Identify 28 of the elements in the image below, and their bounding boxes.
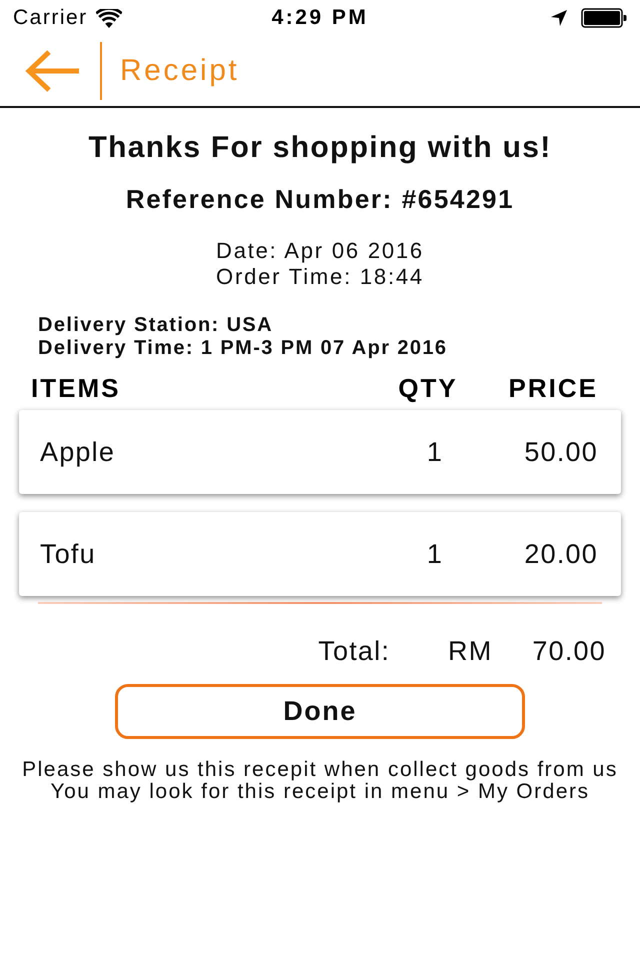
item-price: 50.00 — [524, 436, 598, 468]
location-arrow-icon — [551, 10, 567, 26]
order-date: Date: Apr 06 2016 — [216, 238, 424, 264]
total-label: Total: — [318, 636, 390, 666]
done-button[interactable]: Done — [115, 684, 525, 739]
screen-title: Receipt — [120, 54, 240, 88]
battery-icon — [581, 8, 627, 28]
column-header: PRICE — [508, 373, 598, 403]
item-price: 20.00 — [524, 538, 598, 570]
item-quantity: 1 — [426, 436, 444, 468]
item-name: Tofu — [40, 538, 96, 570]
status-time: 4:29 PM — [272, 6, 368, 30]
reference-number: Reference Number: #654291 — [124, 184, 516, 214]
footer-note: You may look for this receipt in menu > My Orders — [50, 781, 590, 803]
footer-note: Please show us this recepit when collect goods from us — [22, 759, 618, 781]
item-name: Apple — [40, 436, 116, 468]
total-currency: RM — [448, 636, 492, 666]
item-quantity: 1 — [426, 538, 444, 570]
total-amount: 70.00 — [532, 636, 606, 666]
delivery-station: Delivery Station: USA — [38, 314, 274, 337]
wifi-icon — [96, 8, 122, 28]
thanks-heading: Thanks For shopping with us! — [87, 130, 553, 166]
delivery-time: Delivery Time: 1 PM-3 PM 07 Apr 2016 — [38, 337, 448, 360]
back-arrow-icon[interactable] — [25, 49, 81, 93]
column-header: ITEMS — [31, 373, 120, 403]
order-time: Order Time: 18:44 — [216, 264, 424, 290]
column-header: QTY — [398, 373, 458, 403]
carrier-name: Carrier — [13, 6, 88, 30]
